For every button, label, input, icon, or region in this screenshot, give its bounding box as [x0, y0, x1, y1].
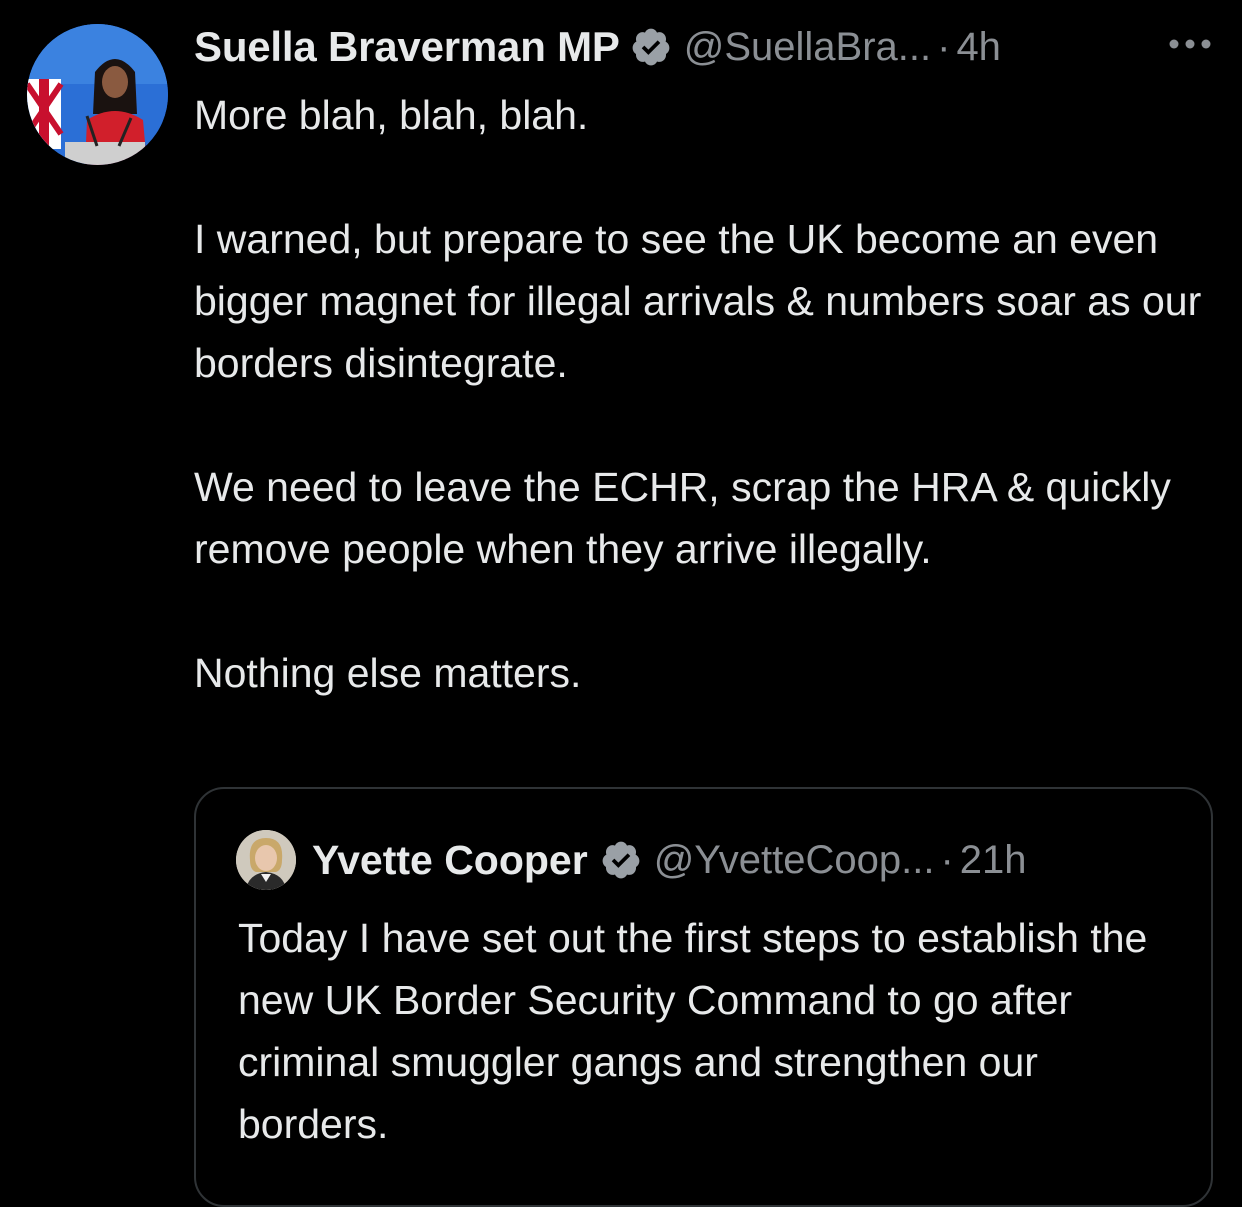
verified-badge-icon — [600, 839, 642, 881]
quoted-author-avatar[interactable] — [236, 830, 296, 890]
quoted-tweet-body: Today I have set out the first steps to … — [238, 915, 1148, 1147]
quoted-tweet-header: Yvette Cooper @YvetteCoop... · 21h — [312, 833, 1027, 887]
more-options-icon[interactable] — [1166, 34, 1214, 54]
author-display-name[interactable]: Suella Braverman MP — [194, 23, 620, 71]
tweet-paragraph: We need to leave the ECHR, scrap the HRA… — [194, 464, 1171, 572]
quoted-author-handle[interactable]: @YvetteCoop... — [654, 838, 935, 883]
tweet-paragraph: More blah, blah, blah. — [194, 92, 589, 138]
author-avatar-image — [27, 24, 168, 165]
tweet[interactable]: Suella Braverman MP @SuellaBra... · 4h M… — [0, 0, 1242, 1207]
tweet-paragraph: Nothing else matters. — [194, 650, 582, 696]
quoted-tweet[interactable]: Yvette Cooper @YvetteCoop... · 21h Today… — [194, 787, 1213, 1207]
tweet-timestamp[interactable]: 4h — [956, 25, 1001, 70]
header-separator: · — [937, 24, 951, 69]
quoted-author-avatar-image — [236, 830, 296, 890]
author-avatar[interactable] — [27, 24, 168, 165]
quoted-header-separator: · — [940, 837, 954, 882]
author-handle[interactable]: @SuellaBra... — [684, 25, 931, 70]
quoted-author-display-name[interactable]: Yvette Cooper — [312, 837, 588, 884]
tweet-body: More blah, blah, blah. I warned, but pre… — [194, 84, 1204, 704]
verified-badge-icon — [630, 26, 672, 68]
tweet-paragraph: I warned, but prepare to see the UK beco… — [194, 216, 1202, 386]
tweet-header: Suella Braverman MP @SuellaBra... · 4h — [194, 20, 1001, 74]
quoted-tweet-timestamp[interactable]: 21h — [960, 838, 1027, 883]
